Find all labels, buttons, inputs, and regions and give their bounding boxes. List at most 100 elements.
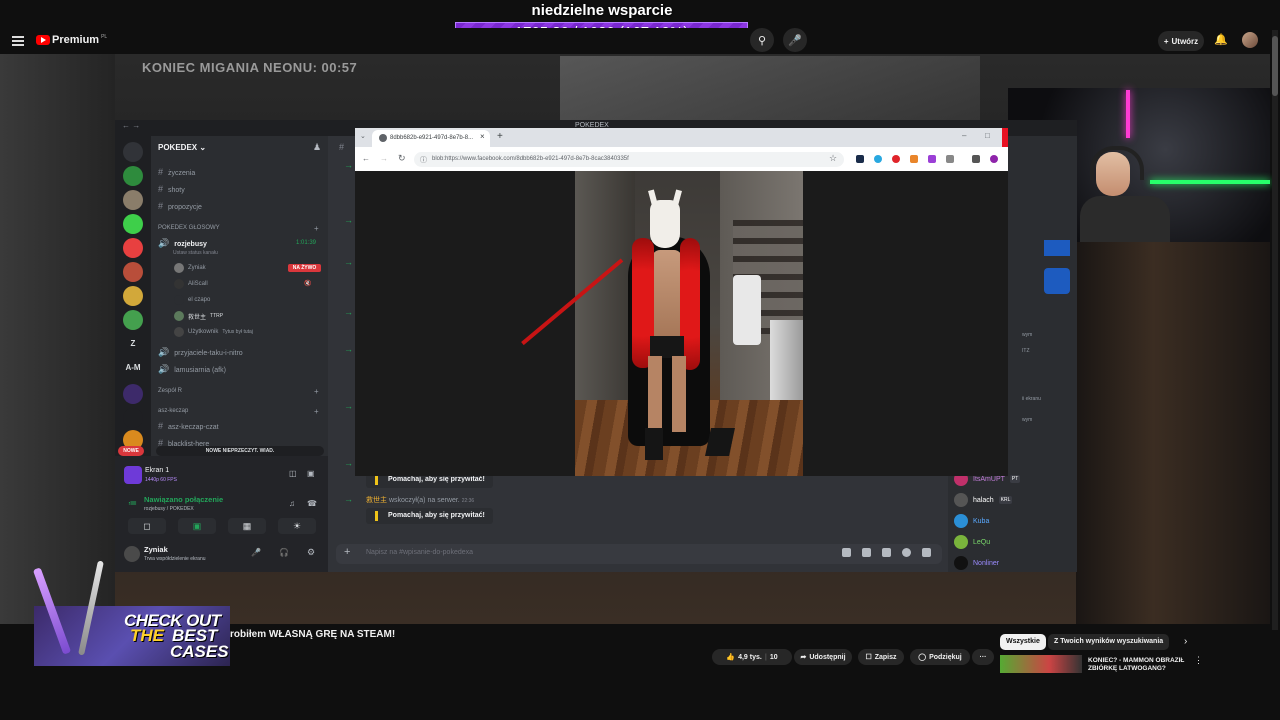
reload-icon[interactable]: ↻: [398, 153, 406, 164]
like-button[interactable]: 👍 4,9 tys. | 10: [712, 649, 792, 665]
server-icon[interactable]: [123, 166, 143, 186]
member-item[interactable]: LeQu: [954, 535, 990, 549]
screen-share-preview-icon[interactable]: [124, 466, 142, 484]
microphone-icon[interactable]: 🎤: [251, 548, 261, 557]
voice-channel-friends[interactable]: 🔊 przyjaciele-taku-i-nitro: [158, 347, 243, 358]
sticker-icon[interactable]: [882, 548, 891, 557]
tab-list-icon[interactable]: [972, 155, 980, 163]
activities-button[interactable]: ▦: [228, 518, 266, 534]
tab-search-icon[interactable]: ⌄: [360, 132, 366, 140]
member-item[interactable]: Nonliner: [954, 556, 999, 570]
extensions-puzzle-icon[interactable]: [946, 155, 954, 163]
search-icon[interactable]: ⚲: [750, 28, 774, 52]
youtube-logo[interactable]: Premium PL: [36, 34, 107, 46]
voice-user[interactable]: Użytkownik Tytus był tutaj: [174, 327, 253, 337]
member-item[interactable]: halach KRL: [954, 493, 1013, 507]
chip-search-results[interactable]: Z Twoich wyników wyszukiwania: [1048, 634, 1170, 650]
bookmark-star-icon[interactable]: ☆: [829, 153, 837, 164]
stream-settings-icon[interactable]: ◫: [289, 469, 297, 478]
server-icon[interactable]: [123, 384, 143, 404]
chevron-right-icon[interactable]: ›: [1184, 636, 1187, 647]
notifications-bell-icon[interactable]: 🔔: [1214, 33, 1228, 46]
camera-off-button[interactable]: ◻: [128, 518, 166, 534]
new-tab-icon[interactable]: +: [497, 131, 503, 142]
wave-button[interactable]: Pomachaj, aby się przywitać!: [366, 508, 493, 524]
close-window-icon[interactable]: [1002, 128, 1008, 147]
microphone-icon[interactable]: 🎤: [783, 28, 807, 52]
page-scrollbar[interactable]: [1272, 30, 1278, 630]
voice-channel-rozjebusy[interactable]: 🔊 rozjebusy: [158, 238, 207, 249]
scrollbar-thumb[interactable]: [1272, 36, 1278, 96]
server-icon[interactable]: [123, 214, 143, 234]
folder-icon[interactable]: [123, 408, 143, 428]
member-item[interactable]: Kuba: [954, 514, 989, 528]
extension-icon[interactable]: [928, 155, 936, 163]
headphones-icon[interactable]: 🎧: [279, 548, 289, 557]
soundboard-button[interactable]: ☀: [278, 518, 316, 534]
more-actions-icon[interactable]: ···: [972, 649, 994, 665]
apps-icon[interactable]: [922, 548, 931, 557]
extension-icon[interactable]: [910, 155, 918, 163]
recommended-thumbnail[interactable]: [1000, 655, 1082, 673]
server-icon[interactable]: [123, 262, 143, 282]
server-icon[interactable]: [123, 310, 143, 330]
voice-user[interactable]: AliScall: [174, 279, 208, 289]
gif-icon[interactable]: [862, 548, 871, 557]
share-button[interactable]: ➦ Udostępnij: [794, 649, 852, 665]
extension-icon[interactable]: [874, 155, 882, 163]
disconnect-icon[interactable]: ☎: [307, 499, 317, 508]
server-name[interactable]: POKEDEX ⌄: [158, 143, 206, 152]
back-arrow-icon[interactable]: ←: [362, 154, 370, 163]
browser-tab[interactable]: 8dbb682b-e921-497d-8e7b-8...: [372, 130, 490, 147]
stop-stream-icon[interactable]: ▣: [307, 469, 315, 478]
category-voice[interactable]: POKEDEX GŁOSOWY: [158, 225, 220, 231]
user-settings-gear-icon[interactable]: ⚙: [307, 547, 315, 558]
channel-shots[interactable]: # shoty: [158, 184, 185, 194]
channel-proposals[interactable]: # propozycje: [158, 201, 202, 211]
add-channel-icon[interactable]: +: [314, 387, 319, 396]
channel-wishes[interactable]: # życzenia: [158, 167, 195, 177]
user-avatar[interactable]: [124, 546, 140, 562]
dm-home-icon[interactable]: [123, 142, 143, 162]
voice-user[interactable]: 救世主 TTRP: [174, 311, 223, 321]
add-channel-icon[interactable]: +: [314, 407, 319, 416]
category-ketchup[interactable]: asz-keczap: [158, 408, 188, 414]
gift-icon[interactable]: [842, 548, 851, 557]
server-letter-z[interactable]: Z: [123, 339, 143, 348]
channel-ketchup-chat[interactable]: # asz-keczap-czat: [158, 421, 219, 431]
add-channel-icon[interactable]: +: [314, 224, 319, 233]
address-bar[interactable]: blob:https://www.facebook.com/8dbb682b-e…: [414, 152, 844, 167]
new-unread-pill[interactable]: NOWE NIEPRZECZYT. WIAD.: [156, 446, 324, 456]
account-avatar[interactable]: [1242, 32, 1258, 48]
chip-all[interactable]: Wszystkie: [1000, 634, 1046, 650]
server-icon[interactable]: [123, 190, 143, 210]
emoji-icon[interactable]: [902, 548, 911, 557]
server-icon[interactable]: [123, 286, 143, 306]
back-arrow-icon[interactable]: ← →: [122, 121, 140, 130]
add-friend-icon[interactable]: ♟: [313, 142, 321, 153]
maximize-icon[interactable]: □: [985, 131, 990, 140]
noise-suppression-icon[interactable]: ♫: [289, 499, 295, 508]
more-options-icon[interactable]: ⋮: [1194, 655, 1203, 666]
voice-channel-afk[interactable]: 🔊 lamusiarnia (afk): [158, 364, 226, 375]
forward-arrow-icon[interactable]: →: [380, 154, 388, 163]
save-button[interactable]: ☐ Zapisz: [858, 649, 904, 665]
extension-icon[interactable]: [856, 155, 864, 163]
site-info-icon[interactable]: ⓘ: [420, 155, 427, 165]
voice-user[interactable]: el czapo: [174, 295, 210, 305]
attach-plus-icon[interactable]: +: [344, 546, 350, 558]
server-letter-am[interactable]: A-M: [123, 363, 143, 372]
voice-user[interactable]: Zyniak: [174, 263, 206, 273]
profile-icon[interactable]: [990, 155, 998, 163]
minimize-icon[interactable]: –: [962, 131, 966, 140]
extension-icon[interactable]: [892, 155, 900, 163]
close-tab-icon[interactable]: ×: [480, 132, 485, 141]
channel-status-prompt[interactable]: Ustaw status kanału: [173, 250, 218, 256]
server-icon[interactable]: [123, 238, 143, 258]
recommended-title[interactable]: KONIEC? - MAMMON OBRAZIŁ ZBIÓRKĘ LATWOGA…: [1088, 657, 1188, 673]
create-button[interactable]: + Utwórz: [1158, 31, 1204, 51]
hamburger-menu-icon[interactable]: [12, 34, 24, 46]
screen-share-button[interactable]: ▣: [178, 518, 216, 534]
thanks-button[interactable]: ◯ Podziękuj: [910, 649, 970, 665]
category-team-r[interactable]: Zespół R: [158, 388, 182, 394]
